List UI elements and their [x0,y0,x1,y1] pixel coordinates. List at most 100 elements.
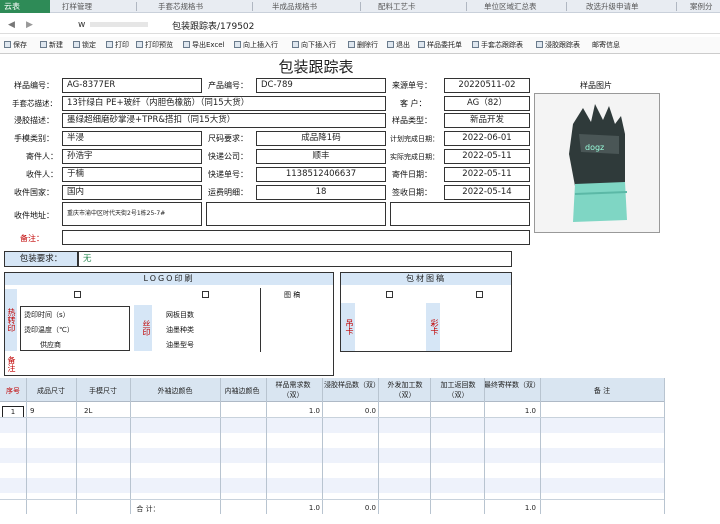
nav-back-icon[interactable]: ◀ [8,20,15,30]
tracking-field[interactable]: 1138512406637 [256,167,386,182]
sample-type-field[interactable]: 新品开发 [444,113,530,128]
pack-req-field[interactable]: 无 [78,251,512,267]
sign-date-field[interactable]: 2022-05-14 [444,185,530,200]
cell-dip-samples[interactable]: 0.0 [324,407,376,415]
tab-divider [136,2,137,11]
tab-label: 单位区域汇总表 [484,2,537,11]
lock-button[interactable]: 锁定 [73,40,96,50]
export-excel-button[interactable]: 导出Excel [183,40,225,50]
app-logo-text: 云表 [4,2,20,11]
table-row-empty[interactable] [0,478,664,493]
color-card-label: 彩卡 [426,303,440,351]
mail-info-button[interactable]: 邮寄信息 [592,40,620,50]
tab-ingredient-card[interactable]: 配料工艺卡 [378,0,416,13]
sample-order-icon [418,41,425,48]
color-card-checkbox[interactable] [476,291,483,298]
grid-line [664,378,665,514]
tab-divider [466,2,467,11]
print-preview-button[interactable]: 打印预览 [136,40,173,50]
print-button[interactable]: 打印 [106,40,129,50]
lock-label: 锁定 [82,41,96,49]
grip-label: 手模类别： [14,134,54,143]
insert-row-above-button[interactable]: 向上插入行 [234,40,278,50]
actual-date-field[interactable]: 2022-05-11 [444,149,530,164]
grid-line [430,378,431,514]
sample-image-frame[interactable]: dogz [534,93,660,233]
country-field[interactable]: 国内 [62,185,202,200]
insert-row-below-button[interactable]: 向下插入行 [292,40,336,50]
plan-date-field[interactable]: 2022-06-01 [444,131,530,146]
col-inner-cuff: 内袖边颜色 [224,387,260,395]
print-preview-icon [136,41,143,48]
document-title: 包装跟踪表/179502 [172,22,255,32]
insert-above-label: 向上插入行 [243,41,278,49]
save-button[interactable]: 保存 [4,40,27,50]
tab-region-summary[interactable]: 单位区域汇总表 [484,0,537,13]
print-label: 打印 [115,41,129,49]
remark-field[interactable] [62,230,530,245]
cell-sample-demand[interactable]: 1.0 [268,407,320,415]
grid-line [378,378,379,514]
insert-below-label: 向下插入行 [301,41,336,49]
print-icon [106,41,113,48]
new-button[interactable]: 新建 [40,40,63,50]
table-row[interactable]: 1 9 2L 1.0 0.0 1.0 [0,403,664,418]
tab-divider [360,2,361,11]
app-logo[interactable]: 云表 [0,0,50,13]
hang-card-checkbox[interactable] [386,291,393,298]
tab-glove-spec[interactable]: 手套芯规格书 [158,0,203,13]
courier-field[interactable]: 顺丰 [256,149,386,164]
col-grip-size: 手模尺寸 [89,387,117,395]
address-extra-field-2[interactable] [390,202,530,226]
size-req-field[interactable]: 成品降1码 [256,131,386,146]
sender-field[interactable]: 孙浩宇 [62,149,202,164]
tab-upgrade-request[interactable]: 改选升级申请单 [586,0,639,13]
dip-desc-field[interactable]: 墨绿超细磨砂掌浸+TPR&搭扣（同15大货） [62,113,386,128]
delete-row-button[interactable]: 删除行 [348,40,378,50]
glove-track-icon [472,41,479,48]
fee-field[interactable]: 18 [256,185,386,200]
supplier-label: 供应商 [40,341,61,349]
grid-header-cells: 序号 成品尺寸 手模尺寸 外袖边颜色 内袖边颜色 样品需求数（双） 浸胶样品数（… [0,378,664,402]
plan-date-label: 计划完成日期： [390,135,439,143]
tab-label: 改选升级申请单 [586,2,639,11]
delete-row-label: 删除行 [357,41,378,49]
document-title-bar: ◀ ▶ w 包装跟踪表/179502 [0,16,720,34]
sample-order-button[interactable]: 样品委托单 [418,40,462,50]
customer-field[interactable]: AG（82） [444,96,530,111]
hot-transfer-checkbox[interactable] [74,291,81,298]
product-no-field[interactable]: DC-789 [256,78,386,93]
tab-semi-spec[interactable]: 半成品规格书 [272,0,317,13]
send-date-field[interactable]: 2022-05-11 [444,167,530,182]
glove-track-button[interactable]: 手套芯跟踪表 [472,40,523,50]
svg-text:dogz: dogz [585,143,604,152]
pattern-box[interactable] [260,288,334,352]
source-no-field[interactable]: 20220511-02 [444,78,530,93]
col-remark: 备 注 [593,387,611,395]
silk-checkbox[interactable] [202,291,209,298]
dip-track-button[interactable]: 浸胶跟踪表 [536,40,580,50]
nav-forward-icon[interactable]: ▶ [26,20,33,30]
glove-desc-field[interactable]: 13针绿白 PE+玻纤（内胆色橡筋）（同15大货） [62,96,386,111]
cell-final-send[interactable]: 1.0 [484,407,536,415]
totals-row: 合 计： 1.0 0.0 1.0 [0,500,664,516]
tab-sample-management[interactable]: 打样管理 [62,0,92,13]
grip-field[interactable]: 半浸 [62,131,202,146]
cell-grip-size[interactable]: 2L [84,407,104,415]
country-label: 收件国家： [14,188,54,197]
tab-case[interactable]: 案例分 [690,0,713,13]
title-prefix: w [78,20,86,30]
receiver-field[interactable]: 于楠 [62,167,202,182]
address-field[interactable]: 重庆市渝中区时代天街2号1栋25-7# [62,202,202,226]
hot-transfer-label: 热转印 [5,289,17,351]
table-row-empty[interactable] [0,418,664,433]
address-extra-field[interactable] [206,202,386,226]
exit-button[interactable]: 退出 [387,40,410,50]
sample-no-label: 样品编号： [14,81,54,90]
cell-finished-size[interactable]: 9 [30,407,50,415]
table-row-empty[interactable] [0,448,664,463]
sample-no-field[interactable]: AG-8377ER [62,78,202,93]
address-label: 收件地址： [14,211,54,220]
total-dip-samples: 0.0 [364,504,376,512]
grid-line [76,378,77,514]
